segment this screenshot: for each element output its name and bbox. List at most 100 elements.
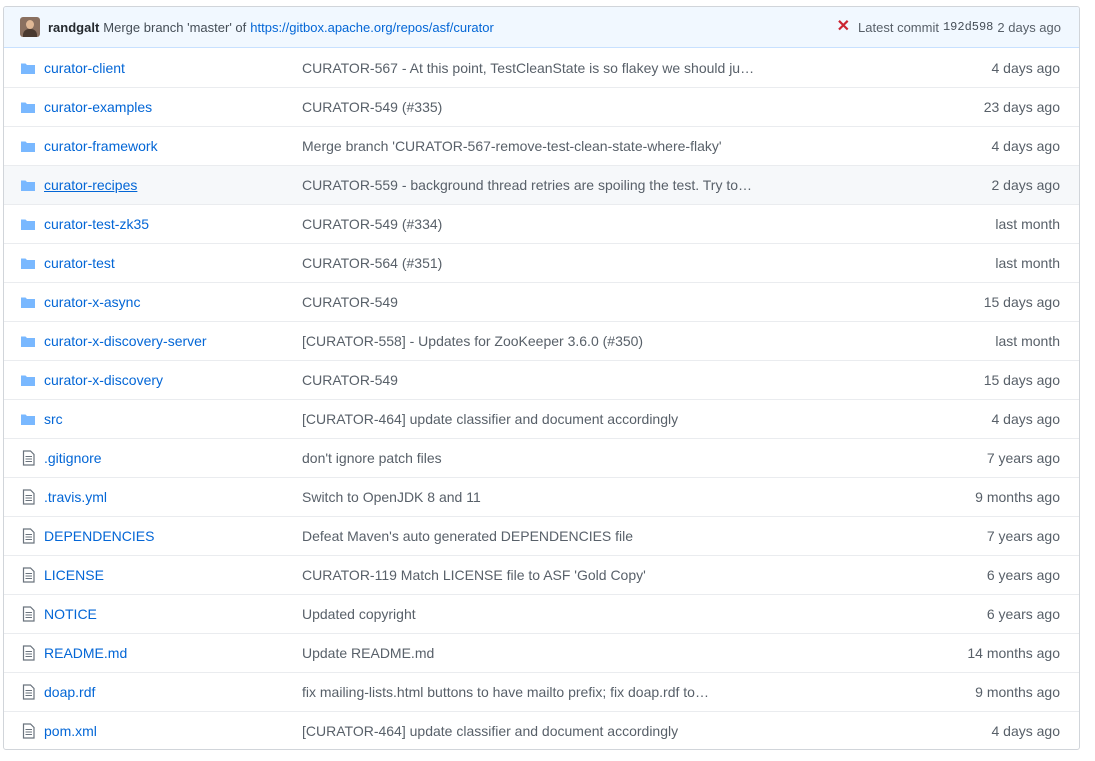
file-icon: [20, 684, 36, 700]
folder-icon: [20, 411, 36, 427]
commit-age: 7 years ago: [986, 528, 1060, 544]
commit-message-link[interactable]: CURATOR-119 Match LICENSE file to ASF 'G…: [302, 567, 792, 583]
commit-message-link[interactable]: [CURATOR-558] - Updates for ZooKeeper 3.…: [302, 333, 792, 349]
folder-link[interactable]: curator-x-discovery-server: [44, 333, 302, 349]
file-icon: [20, 567, 36, 583]
commit-age: last month: [995, 216, 1060, 232]
file-icon: [20, 606, 36, 622]
commit-message-link[interactable]: CURATOR-549 (#334): [302, 216, 792, 232]
commit-message-link[interactable]: [CURATOR-464] update classifier and docu…: [302, 411, 792, 427]
commit-age: 6 years ago: [986, 567, 1060, 583]
table-row[interactable]: curator-recipes CURATOR-559 - background …: [4, 165, 1079, 204]
commit-status: ✕ Latest commit 192d598 2 days ago: [837, 19, 1061, 35]
folder-icon: [20, 216, 36, 232]
file-icon: [20, 645, 36, 661]
file-icon: [20, 489, 36, 505]
commit-age: 23 days ago: [983, 99, 1060, 115]
table-row[interactable]: curator-x-async CURATOR-549 15 days ago: [4, 282, 1079, 321]
commit-age: 6 years ago: [986, 606, 1060, 622]
table-row[interactable]: curator-examples CURATOR-549 (#335) 23 day…: [4, 87, 1079, 126]
commit-age: last month: [995, 333, 1060, 349]
folder-icon: [20, 177, 36, 193]
table-row[interactable]: curator-test-zk35 CURATOR-549 (#334) last …: [4, 204, 1079, 243]
commit-message-link[interactable]: Update README.md: [302, 645, 792, 661]
folder-icon: [20, 99, 36, 115]
commit-message-link[interactable]: Switch to OpenJDK 8 and 11: [302, 489, 792, 505]
commit-age: last month: [995, 255, 1060, 271]
folder-icon: [20, 294, 36, 310]
commit-age: 9 months ago: [975, 489, 1060, 505]
file-link[interactable]: doap.rdf: [44, 684, 302, 700]
folder-link[interactable]: curator-x-discovery: [44, 372, 302, 388]
folder-link[interactable]: curator-test-zk35: [44, 216, 302, 232]
folder-icon: [20, 372, 36, 388]
latest-commit-label: Latest commit: [858, 19, 939, 35]
commit-message-link[interactable]: CURATOR-567 - At this point, TestCleanSt…: [302, 60, 792, 76]
folder-link[interactable]: curator-client: [44, 60, 302, 76]
file-link[interactable]: .gitignore: [44, 450, 302, 466]
table-row[interactable]: src [CURATOR-464] update classifier and d…: [4, 399, 1079, 438]
file-icon: [20, 450, 36, 466]
table-row[interactable]: DEPENDENCIES Defeat Maven's auto generate…: [4, 516, 1079, 555]
table-row[interactable]: curator-x-discovery-server [CURATOR-558] …: [4, 321, 1079, 360]
file-listing: randgalt Merge branch 'master' of https:…: [3, 6, 1080, 750]
commit-message[interactable]: Merge branch 'master' of: [103, 20, 246, 35]
table-row[interactable]: README.md Update README.md 14 months ago: [4, 633, 1079, 672]
file-link[interactable]: LICENSE: [44, 567, 302, 583]
table-row[interactable]: .travis.yml Switch to OpenJDK 8 and 11 9 m…: [4, 477, 1079, 516]
folder-link[interactable]: curator-x-async: [44, 294, 302, 310]
table-row[interactable]: doap.rdf fix mailing-lists.html buttons t…: [4, 672, 1079, 711]
folder-icon: [20, 255, 36, 271]
folder-link[interactable]: src: [44, 411, 302, 427]
commit-message-link[interactable]: Merge branch 'CURATOR-567-remove-test-cl…: [302, 138, 792, 154]
commit-message-link[interactable]: Updated copyright: [302, 606, 792, 622]
commit-message-link[interactable]: CURATOR-549: [302, 372, 792, 388]
commit-age: 9 months ago: [975, 684, 1060, 700]
file-link[interactable]: NOTICE: [44, 606, 302, 622]
table-row[interactable]: curator-x-discovery CURATOR-549 15 days ag…: [4, 360, 1079, 399]
table-row[interactable]: curator-framework Merge branch 'CURATOR-5…: [4, 126, 1079, 165]
commit-sha[interactable]: 192d598: [943, 20, 993, 34]
commit-author[interactable]: randgalt: [48, 20, 99, 35]
commit-age: 2 days ago: [997, 19, 1061, 35]
x-icon[interactable]: ✕: [837, 19, 850, 35]
folder-link[interactable]: curator-test: [44, 255, 302, 271]
table-row[interactable]: curator-client CURATOR-567 - At this poin…: [4, 48, 1079, 87]
commit-message-link[interactable]: CURATOR-549: [302, 294, 792, 310]
table-row[interactable]: LICENSE CURATOR-119 Match LICENSE file to…: [4, 555, 1079, 594]
commit-message-link[interactable]: CURATOR-549 (#335): [302, 99, 792, 115]
avatar[interactable]: [20, 17, 40, 37]
commit-age: 15 days ago: [983, 372, 1060, 388]
folder-link[interactable]: curator-examples: [44, 99, 302, 115]
file-link[interactable]: README.md: [44, 645, 302, 661]
commit-message-link[interactable]: don't ignore patch files: [302, 450, 792, 466]
commit-message-link[interactable]: fix mailing-lists.html buttons to have m…: [302, 684, 792, 700]
latest-commit-bar: randgalt Merge branch 'master' of https:…: [4, 7, 1079, 48]
commit-age: 4 days ago: [991, 723, 1061, 739]
file-icon: [20, 723, 36, 739]
commit-message-link[interactable]: CURATOR-559 - background thread retries …: [302, 177, 792, 193]
folder-link[interactable]: curator-framework: [44, 138, 302, 154]
commit-age: 7 years ago: [986, 450, 1060, 466]
file-link[interactable]: pom.xml: [44, 723, 302, 739]
file-link[interactable]: .travis.yml: [44, 489, 302, 505]
folder-link[interactable]: curator-recipes: [44, 177, 302, 193]
commit-age: 2 days ago: [991, 177, 1061, 193]
table-row[interactable]: curator-test CURATOR-564 (#351) last month: [4, 243, 1079, 282]
file-rows: curator-client CURATOR-567 - At this poin…: [4, 48, 1079, 749]
commit-age: 4 days ago: [991, 411, 1061, 427]
file-link[interactable]: DEPENDENCIES: [44, 528, 302, 544]
commit-message-link[interactable]: CURATOR-564 (#351): [302, 255, 792, 271]
commit-age: 15 days ago: [983, 294, 1060, 310]
table-row[interactable]: .gitignore don't ignore patch files 7 year…: [4, 438, 1079, 477]
file-icon: [20, 528, 36, 544]
commit-message-link[interactable]: [CURATOR-464] update classifier and docu…: [302, 723, 792, 739]
commit-message-link[interactable]: Defeat Maven's auto generated DEPENDENCI…: [302, 528, 792, 544]
table-row[interactable]: NOTICE Updated copyright 6 years ago: [4, 594, 1079, 633]
folder-icon: [20, 60, 36, 76]
commit-age: 14 months ago: [967, 645, 1060, 661]
folder-icon: [20, 138, 36, 154]
commit-link[interactable]: https://gitbox.apache.org/repos/asf/cura…: [250, 20, 494, 35]
table-row[interactable]: pom.xml [CURATOR-464] update classifier a…: [4, 711, 1079, 749]
commit-age: 4 days ago: [991, 59, 1061, 76]
